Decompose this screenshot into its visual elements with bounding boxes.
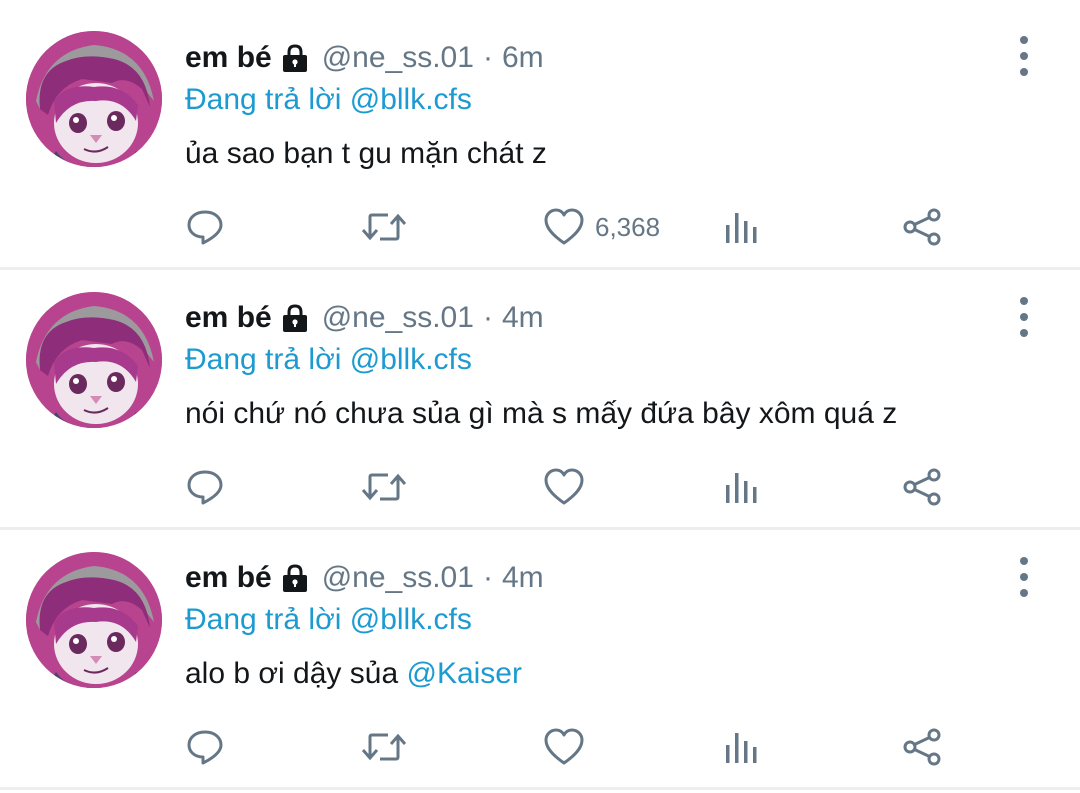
share-icon: [903, 468, 941, 506]
analytics-button[interactable]: [723, 205, 759, 249]
heart-icon: [544, 728, 584, 765]
analytics-icon: [726, 733, 757, 763]
share-button[interactable]: [901, 465, 943, 509]
replying-to: Đang trả lời @bllk.cfs: [185, 340, 472, 380]
avatar[interactable]: [26, 292, 162, 428]
replying-to: Đang trả lời @bllk.cfs: [185, 80, 472, 120]
more-vertical-icon[interactable]: [1008, 36, 1040, 76]
reply-button[interactable]: [185, 725, 225, 769]
display-name[interactable]: em bé: [185, 41, 272, 75]
reply-button[interactable]: [185, 465, 225, 509]
analytics-button[interactable]: [723, 725, 759, 769]
tweet-body: ủa sao bạn t gu mặn chát z: [185, 137, 547, 170]
user-handle[interactable]: @ne_ss.01: [322, 41, 474, 75]
timestamp[interactable]: 4m: [502, 301, 544, 335]
retweet-button[interactable]: [360, 725, 408, 769]
retweet-icon: [361, 473, 407, 501]
share-button[interactable]: [901, 205, 943, 249]
reply-icon: [187, 730, 223, 765]
lock-icon: [280, 43, 310, 73]
display-name[interactable]: em bé: [185, 301, 272, 335]
tweet-body: nói chứ nó chưa sủa gì mà s mấy đứa bây …: [185, 397, 898, 430]
share-icon: [903, 728, 941, 766]
tweet-text: nói chứ nó chưa sủa gì mà s mấy đứa bây …: [185, 394, 897, 434]
retweet-icon: [361, 213, 407, 241]
tweet-header: em bé @ne_ss.01 · 4m: [185, 556, 544, 600]
replying-to-label: Đang trả lời: [185, 343, 342, 376]
tweet-actions: [185, 465, 965, 509]
like-button[interactable]: 6,368: [543, 205, 660, 249]
tweet-header: em bé @ne_ss.01 · 4m: [185, 296, 544, 340]
tweet-text: alo b ơi dậy sủa @Kaiser: [185, 654, 522, 694]
share-icon: [903, 208, 941, 246]
reply-button[interactable]: [185, 205, 225, 249]
replying-to-handle[interactable]: @bllk.cfs: [350, 603, 472, 636]
more-vertical-icon[interactable]: [1008, 557, 1040, 597]
separator-dot: ·: [482, 41, 493, 74]
timestamp[interactable]: 4m: [502, 561, 544, 595]
tweet[interactable]: em bé @ne_ss.01 · 4m Đang trả lời @bllk.…: [0, 530, 1080, 790]
lock-icon: [280, 563, 310, 593]
analytics-button[interactable]: [723, 465, 759, 509]
reply-icon: [187, 470, 223, 505]
tweet-body: alo b ơi dậy sủa: [185, 657, 407, 690]
avatar[interactable]: [26, 31, 162, 167]
analytics-icon: [726, 213, 757, 243]
like-count: 6,368: [595, 211, 661, 242]
heart-icon: [544, 468, 584, 505]
tweet[interactable]: em bé @ne_ss.01 · 4m Đang trả lời @bllk.…: [0, 270, 1080, 530]
heart-icon: [544, 208, 584, 245]
like-button[interactable]: [543, 725, 595, 769]
user-handle[interactable]: @ne_ss.01: [322, 301, 474, 335]
tweet-text: ủa sao bạn t gu mặn chát z: [185, 134, 547, 174]
mention-link[interactable]: @Kaiser: [406, 657, 522, 690]
replying-to-handle[interactable]: @bllk.cfs: [350, 83, 472, 116]
lock-icon: [280, 303, 310, 333]
reply-icon: [187, 210, 223, 245]
retweet-icon: [361, 733, 407, 761]
analytics-icon: [726, 473, 757, 503]
retweet-button[interactable]: [360, 465, 408, 509]
separator-dot: ·: [482, 561, 493, 594]
retweet-button[interactable]: [360, 205, 408, 249]
timestamp[interactable]: 6m: [502, 41, 544, 75]
share-button[interactable]: [901, 725, 943, 769]
reply-feed: em bé @ne_ss.01 · 6m Đang trả lời @bllk.…: [0, 0, 1080, 793]
tweet-actions: [185, 725, 965, 769]
tweet-header: em bé @ne_ss.01 · 6m: [185, 36, 544, 80]
replying-to-label: Đang trả lời: [185, 83, 342, 116]
avatar[interactable]: [26, 552, 162, 688]
separator-dot: ·: [482, 301, 493, 334]
tweet-actions: 6,368: [185, 205, 965, 249]
display-name[interactable]: em bé: [185, 561, 272, 595]
replying-to-label: Đang trả lời: [185, 603, 342, 636]
more-vertical-icon[interactable]: [1008, 297, 1040, 337]
tweet[interactable]: em bé @ne_ss.01 · 6m Đang trả lời @bllk.…: [0, 0, 1080, 270]
replying-to: Đang trả lời @bllk.cfs: [185, 600, 472, 640]
like-button[interactable]: [543, 465, 595, 509]
replying-to-handle[interactable]: @bllk.cfs: [350, 343, 472, 376]
user-handle[interactable]: @ne_ss.01: [322, 561, 474, 595]
